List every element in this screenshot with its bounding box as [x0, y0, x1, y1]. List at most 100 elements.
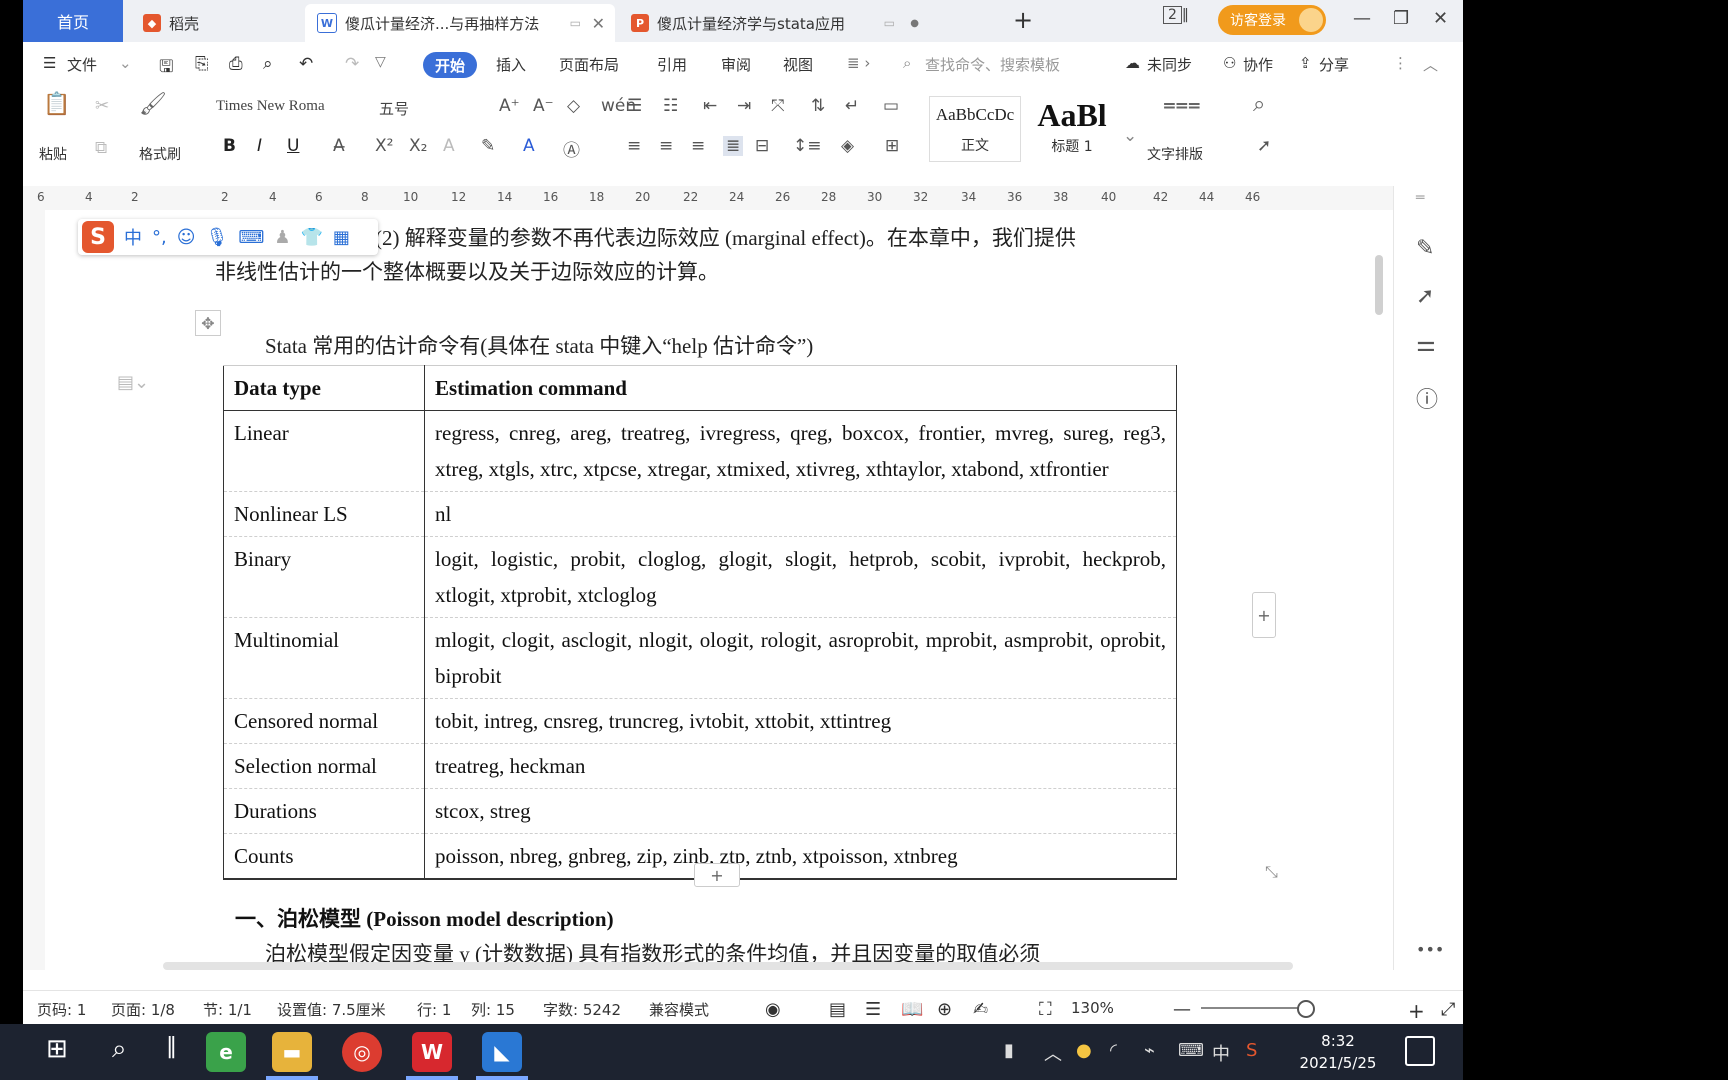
format-painter-icon[interactable]: 🖌 [139, 92, 167, 117]
help-icon[interactable]: ⓘ [1416, 382, 1438, 414]
emoji-icon[interactable]: ☺ [177, 227, 196, 248]
cursor-icon[interactable]: ➚ [1416, 284, 1434, 309]
minimize-icon[interactable]: — [1353, 8, 1371, 29]
text-effect-icon[interactable]: A [443, 136, 455, 156]
vertical-scrollbar[interactable] [1373, 225, 1385, 925]
menu-more-icon[interactable]: ≣ › [847, 54, 870, 72]
taskbar-search-icon[interactable]: ⌕ [112, 1034, 127, 1065]
menu-reference[interactable]: 引用 [657, 54, 687, 75]
tray-app-icon[interactable]: ● [1076, 1040, 1092, 1061]
command-cell[interactable]: tobit, intreg, cnsreg, truncreg, ivtobit… [424, 698, 1177, 744]
bold-icon[interactable]: B [223, 136, 236, 156]
share-button[interactable]: 分享 [1319, 54, 1349, 75]
command-cell[interactable]: treatreg, heckman [424, 743, 1177, 789]
zoom-in-icon[interactable]: + [1408, 999, 1425, 1023]
add-row-button[interactable]: + [694, 863, 740, 887]
style-normal[interactable]: AaBbCcDc 正文 [929, 96, 1021, 162]
hamburger-icon[interactable]: ☰ [43, 54, 56, 72]
redo-icon[interactable]: ↷ [345, 54, 359, 74]
scrollbar-thumb[interactable] [1375, 255, 1383, 315]
panel-grip-icon[interactable]: ═ [1416, 190, 1424, 206]
zoom-level[interactable]: 130% [1071, 999, 1114, 1017]
quick-access-more-icon[interactable]: ▽ [375, 54, 386, 70]
page-count-badge[interactable]: 2 ‖ [1163, 6, 1189, 24]
data-type-cell[interactable]: Censored normal [223, 698, 425, 744]
write-mode-icon[interactable]: ✍ [973, 999, 988, 1020]
table-menu-icon[interactable]: ▤⌄ [117, 372, 149, 393]
taskbar-clock[interactable]: 8:32 2021/5/25 [1295, 1030, 1381, 1074]
menu-view[interactable]: 视图 [783, 54, 813, 75]
command-cell[interactable]: mlogit, clogit, asclogit, nlogit, ologit… [424, 617, 1177, 699]
skin-icon[interactable]: 👕 [300, 227, 322, 248]
find-icon[interactable]: ⌕ [1253, 92, 1265, 117]
taskbar-meeting-icon[interactable]: ◣ [482, 1032, 522, 1072]
paste-icon[interactable]: 📋 [43, 92, 70, 117]
fullscreen-icon[interactable]: ⤢ [1441, 999, 1455, 1020]
distribute-icon[interactable]: ⊟ [755, 136, 769, 156]
sliders-icon[interactable]: ⚌ [1416, 332, 1436, 357]
page-view-icon[interactable]: ▤ [829, 999, 846, 1020]
save-icon[interactable]: 🖫 [159, 54, 173, 83]
tray-expand-icon[interactable]: ︿ [1044, 1040, 1062, 1066]
search-command-input[interactable]: 查找命令、搜索模板 [925, 54, 1060, 75]
menu-start[interactable]: 开始 [423, 52, 477, 78]
table-move-icon[interactable]: ✥ [195, 310, 221, 336]
collapse-ribbon-icon[interactable]: ︿ [1423, 54, 1438, 75]
new-tab-button[interactable]: + [1013, 6, 1033, 34]
status-words[interactable]: 字数: 5242 [543, 999, 621, 1020]
tab-doc2[interactable]: P 傻瓜计量经济学与stata应用 ▭ ● [619, 4, 929, 42]
battery-icon[interactable]: ▮ [1004, 1040, 1014, 1061]
select-icon[interactable]: ➚ [1257, 136, 1271, 156]
line-spacing-icon[interactable]: ↕≡ [793, 136, 822, 156]
tab-home[interactable]: 首页 [23, 0, 123, 42]
superscript-icon[interactable]: X² [375, 136, 393, 156]
command-cell[interactable]: regress, cnreg, areg, treatreg, ivregres… [424, 410, 1177, 492]
align-right-icon[interactable]: ≡ [691, 136, 705, 156]
tab-float-icon[interactable]: ▭ [884, 16, 895, 30]
task-view-icon[interactable]: ‖ [166, 1034, 177, 1059]
align-left-icon[interactable]: ≡ [627, 136, 641, 156]
toolbox-icon[interactable]: ▦ [333, 227, 350, 248]
close-window-icon[interactable]: ✕ [1433, 8, 1448, 29]
tab-float-icon[interactable]: ▭ [570, 16, 581, 30]
tab-close-icon[interactable]: ✕ [592, 14, 605, 33]
document-page[interactable]: (2) 解释变量的参数不再代表边际效应 (marginal effect)。在本… [45, 210, 1393, 970]
web-view-icon[interactable]: ⊕ [937, 999, 952, 1020]
punctuation-icon[interactable]: °, [152, 227, 167, 248]
status-row[interactable]: 行: 1 [417, 999, 451, 1020]
data-type-cell[interactable]: Linear [223, 410, 425, 492]
sogou-logo-icon[interactable]: S [82, 221, 114, 253]
subscript-icon[interactable]: X₂ [409, 136, 427, 156]
restore-icon[interactable]: ❐ [1393, 8, 1409, 29]
status-col[interactable]: 列: 15 [471, 999, 515, 1020]
data-type-cell[interactable]: Binary [223, 536, 425, 618]
taskbar-file-explorer-icon[interactable]: ▬ [272, 1032, 312, 1072]
command-cell[interactable]: nl [424, 491, 1177, 537]
text-layout-label[interactable]: 文字排版 [1147, 144, 1203, 164]
keyboard-tray-icon[interactable]: ⌨ [1178, 1040, 1204, 1061]
zoom-slider[interactable] [1201, 1007, 1301, 1009]
italic-icon[interactable]: I [257, 136, 262, 156]
collab-button[interactable]: 协作 [1243, 54, 1273, 75]
taskbar-wps-icon[interactable]: W [412, 1032, 452, 1072]
undo-icon[interactable]: ↶ [299, 54, 313, 74]
status-compat[interactable]: 兼容模式 [649, 999, 709, 1020]
cut-icon[interactable]: ✂ [95, 96, 109, 116]
eye-icon[interactable]: ◉ [765, 999, 781, 1020]
zoom-out-icon[interactable]: — [1173, 999, 1191, 1020]
add-column-button[interactable]: + [1252, 592, 1276, 638]
microphone-icon[interactable]: 🎙 [206, 227, 229, 248]
sogou-tray-icon[interactable]: S [1246, 1040, 1257, 1061]
font-color-icon[interactable]: A [523, 136, 535, 156]
data-type-cell[interactable]: Multinomial [223, 617, 425, 699]
keyboard-icon[interactable]: ⌨ [238, 227, 264, 248]
sort-icon[interactable]: ⇅ [811, 96, 825, 116]
menu-insert[interactable]: 插入 [496, 54, 526, 75]
horizontal-scrollbar[interactable] [163, 962, 1293, 970]
print-icon[interactable]: ⎙ [229, 54, 243, 74]
chinese-layout-icon[interactable]: ⤧ [771, 96, 785, 116]
status-section[interactable]: 节: 1/1 [203, 999, 252, 1020]
paste-label[interactable]: 粘贴 [39, 144, 67, 164]
tab-daoke[interactable]: ◆ 稻壳 [131, 4, 301, 42]
shrink-font-icon[interactable]: A⁻ [533, 96, 554, 116]
